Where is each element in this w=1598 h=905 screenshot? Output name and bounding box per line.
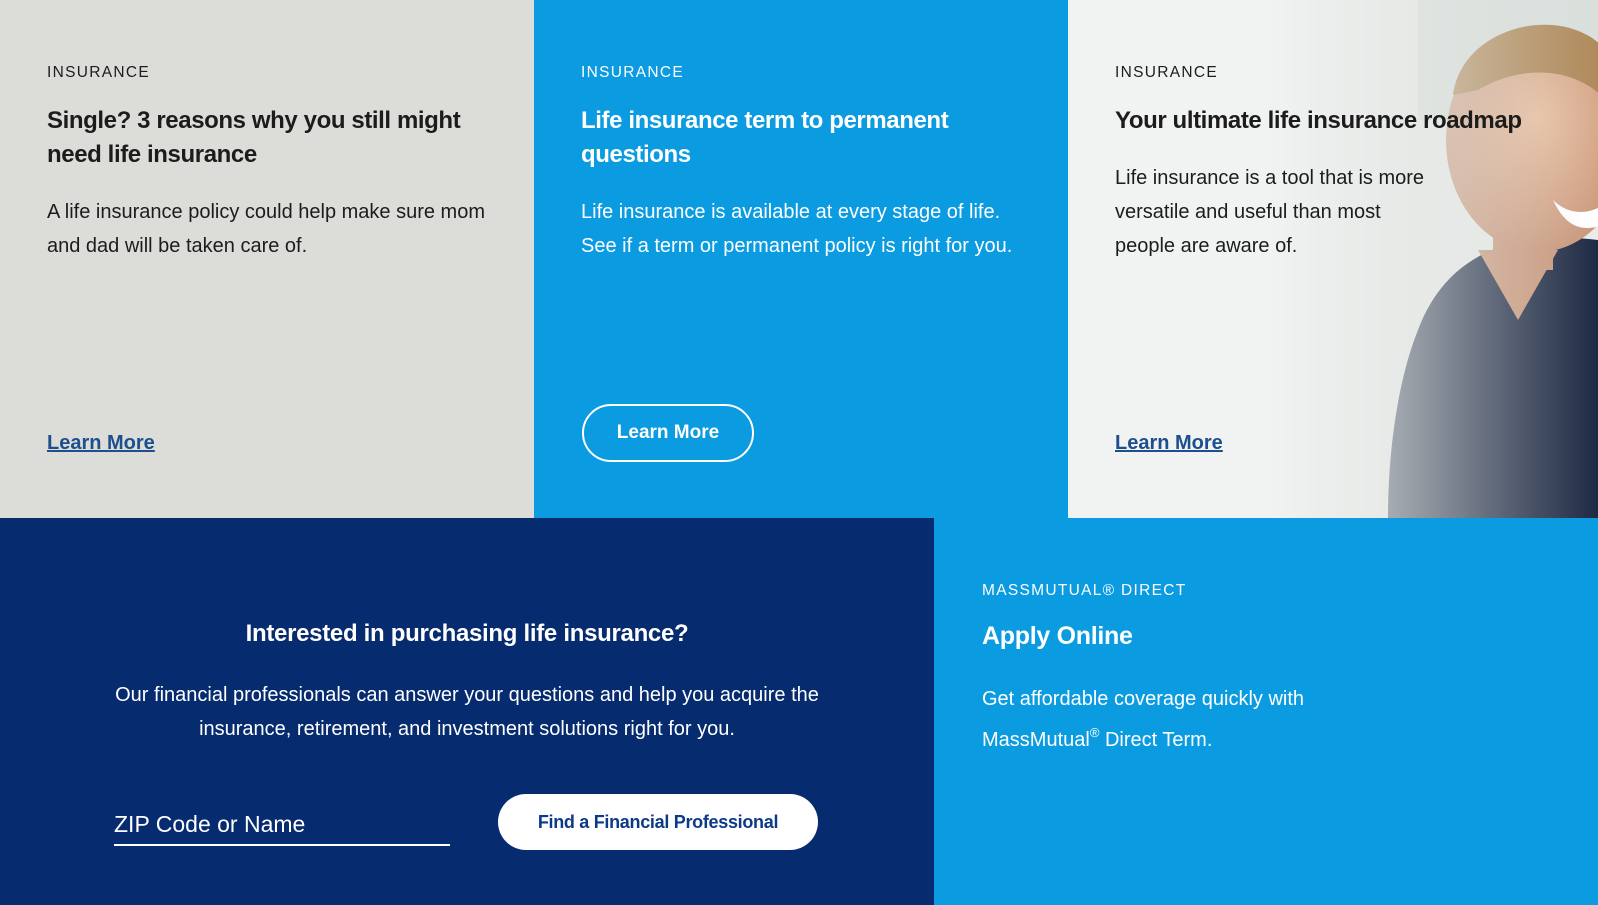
card-eyebrow: INSURANCE — [1115, 64, 1218, 81]
card-description: Life insurance is available at every sta… — [581, 201, 1013, 257]
learn-more-link[interactable]: Learn More — [47, 432, 155, 455]
card-title[interactable]: Your ultimate life insurance roadmap — [1115, 104, 1555, 138]
article-card-single: INSURANCE Single? 3 reasons why you stil… — [0, 0, 534, 518]
find-professional-title: Interested in purchasing life insurance? — [245, 620, 689, 647]
card-eyebrow: INSURANCE — [47, 64, 150, 81]
learn-more-button[interactable]: Learn More — [582, 404, 754, 462]
card-eyebrow: INSURANCE — [581, 64, 684, 81]
registered-mark: ® — [1089, 725, 1100, 740]
card-description: A life insurance policy could help make … — [47, 201, 485, 257]
apply-description-text-end: Direct Term. — [1099, 729, 1213, 751]
card-title[interactable]: Life insurance term to permanent questio… — [581, 104, 1021, 172]
apply-online-panel[interactable]: MASSMUTUAL® DIRECT Apply Online Get affo… — [934, 518, 1598, 905]
find-professional-description: Our financial professionals can answer y… — [115, 684, 819, 740]
find-professional-panel: Interested in purchasing life insurance?… — [0, 518, 934, 905]
article-card-roadmap: INSURANCE Your ultimate life insurance r… — [1068, 0, 1598, 518]
apply-online-title[interactable]: Apply Online — [982, 622, 1133, 651]
article-card-term-to-permanent: INSURANCE Life insurance term to permane… — [534, 0, 1068, 518]
apply-eyebrow: MASSMUTUAL® DIRECT — [982, 582, 1187, 599]
zip-or-name-input[interactable] — [114, 804, 450, 846]
card-description: Life insurance is a tool that is more ve… — [1115, 167, 1425, 257]
card-title[interactable]: Single? 3 reasons why you still might ne… — [47, 104, 487, 172]
apply-online-description: Get affordable coverage quickly with Mas… — [982, 682, 1342, 757]
find-professional-button[interactable]: Find a Financial Professional — [498, 794, 818, 850]
learn-more-link[interactable]: Learn More — [1115, 432, 1223, 455]
